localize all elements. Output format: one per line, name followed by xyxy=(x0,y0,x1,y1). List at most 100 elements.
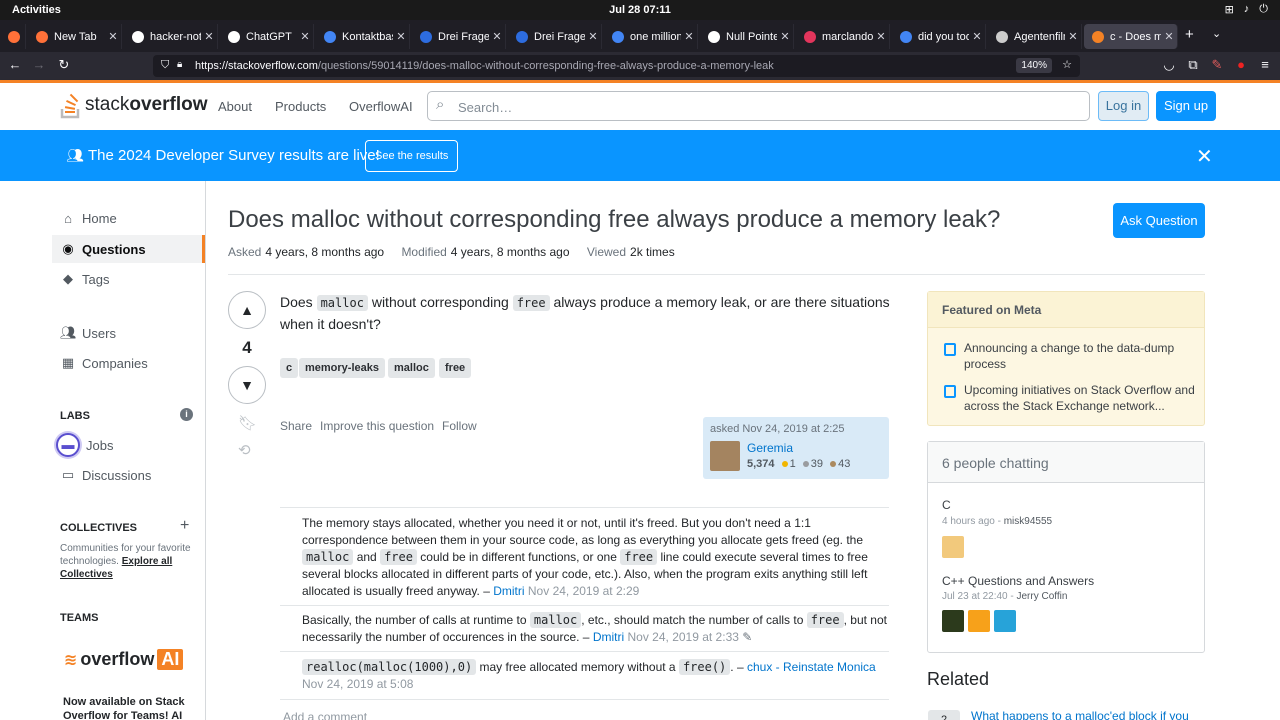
plus-icon[interactable]: + xyxy=(180,517,189,535)
add-comment-link[interactable]: Add a comment xyxy=(283,710,367,720)
back-icon[interactable]: ← xyxy=(6,57,24,72)
see-results-button[interactable]: See the results xyxy=(365,140,459,172)
browser-tab[interactable]: Drei Fragen u✕ xyxy=(508,24,602,49)
comment-date[interactable]: Nov 24, 2019 at 2:33 xyxy=(628,630,739,644)
tab-title: New Tab xyxy=(54,30,97,43)
comment-date[interactable]: Nov 24, 2019 at 2:29 xyxy=(528,584,639,598)
close-icon[interactable]: ✕ xyxy=(1196,144,1213,169)
sidebar-item-jobs[interactable]: ▬ Jobs xyxy=(52,431,205,459)
sidebar-item-companies[interactable]: ▦ Companies xyxy=(52,349,205,377)
comment-date[interactable]: Nov 24, 2019 at 5:08 xyxy=(302,677,413,691)
divider xyxy=(280,699,889,700)
featured-link[interactable]: Announcing a change to the data-dump pro… xyxy=(964,340,1199,372)
reload-icon[interactable]: ↻ xyxy=(55,57,73,73)
nav-about[interactable]: About xyxy=(218,99,252,114)
sidebar-item-users[interactable]: 👥︎ Users xyxy=(52,319,205,347)
browser-tab[interactable]: Agentenfilme✕ xyxy=(988,24,1082,49)
login-button[interactable]: Log in xyxy=(1098,91,1149,121)
tag-c[interactable]: c xyxy=(280,358,299,378)
info-icon[interactable]: i xyxy=(180,408,193,421)
close-tab-icon[interactable]: ✕ xyxy=(201,30,217,43)
comment-user-link[interactable]: Dmitri xyxy=(593,630,624,644)
ask-question-button[interactable]: Ask Question xyxy=(1113,203,1205,238)
extensions-icon[interactable]: ⧉ xyxy=(1184,57,1202,73)
menu-icon[interactable]: ≡ xyxy=(1256,57,1274,72)
signup-button[interactable]: Sign up xyxy=(1156,91,1216,121)
browser-tab[interactable]: marclandolt✕ xyxy=(796,24,890,49)
nav-products[interactable]: Products xyxy=(275,99,326,114)
system-tray[interactable]: ⊞ ♪ ⏻ xyxy=(1225,3,1268,16)
avatar[interactable] xyxy=(968,610,990,632)
history-icon[interactable]: ⟲ xyxy=(238,441,251,459)
browser-tab[interactable]: ChatGPT ✕ xyxy=(220,24,314,49)
avatar[interactable] xyxy=(994,610,1016,632)
close-tab-icon[interactable]: ✕ xyxy=(393,30,409,43)
user-name-link[interactable]: Geremia xyxy=(747,441,793,455)
clock[interactable]: Jul 28 07:11 xyxy=(0,4,1280,16)
chat-heading[interactable]: 6 people chatting xyxy=(928,442,1204,483)
close-tab-icon[interactable]: ✕ xyxy=(105,30,121,43)
nav-overflowai[interactable]: OverflowAI xyxy=(349,99,413,114)
browser-tab[interactable]: Kontaktbasi✕ xyxy=(316,24,410,49)
search-input[interactable]: ⌕ Search… xyxy=(427,91,1090,121)
avatar[interactable] xyxy=(942,536,964,558)
sidebar-item-tags[interactable]: ◆ Tags xyxy=(52,265,205,293)
downvote-button[interactable]: ▼ xyxy=(228,366,266,404)
close-tab-icon[interactable]: ✕ xyxy=(777,30,793,43)
sidebar-item-discussions[interactable]: ▭ Discussions xyxy=(52,461,205,489)
close-tab-icon[interactable]: ✕ xyxy=(1065,30,1081,43)
close-tab-icon[interactable]: ✕ xyxy=(1161,30,1177,43)
left-sidebar: ⌂ Home ◉ Questions ◆ Tags 👥︎ Users ▦ Companie… xyxy=(0,181,206,720)
browser-tab[interactable]: New Tab ✕ xyxy=(28,24,122,49)
share-link[interactable]: Share xyxy=(280,419,312,433)
avatar[interactable] xyxy=(710,441,740,471)
url-bar[interactable]: ⛉ 🔒︎ https://stackoverflow.com/questions… xyxy=(153,55,1080,77)
follow-link[interactable]: Follow xyxy=(442,419,477,433)
firefox-menu-tab[interactable] xyxy=(0,24,26,49)
forward-icon[interactable]: → xyxy=(30,57,48,72)
new-tab-icon[interactable]: + xyxy=(1185,26,1194,43)
extension-icon[interactable]: ✎ xyxy=(1208,57,1226,73)
zoom-level[interactable]: 140% xyxy=(1016,58,1052,73)
upvote-button[interactable]: ▲ xyxy=(228,291,266,329)
chat-room-link[interactable]: C++ Questions and Answers xyxy=(942,574,1094,588)
featured-link[interactable]: Upcoming initiatives on Stack Overflow a… xyxy=(964,382,1199,414)
comment-user-link[interactable]: chux - Reinstate Monica xyxy=(747,660,876,674)
close-tab-icon[interactable]: ✕ xyxy=(969,30,985,43)
comment-user-link[interactable]: Dmitri xyxy=(493,584,524,598)
ublock-icon[interactable]: ● xyxy=(1232,57,1250,72)
question-body: Does malloc without corresponding free a… xyxy=(280,294,890,332)
avatar[interactable] xyxy=(942,610,964,632)
stackoverflow-logo[interactable]: stackoverflow xyxy=(60,91,207,119)
tab-title: Kontaktbasi xyxy=(342,30,393,43)
browser-tab[interactable]: Drei Fragen u✕ xyxy=(412,24,506,49)
browser-tab[interactable]: c - Does mall✕ xyxy=(1084,24,1178,49)
featured-heading: Featured on Meta xyxy=(928,292,1204,328)
bookmark-star-icon[interactable]: ☆ xyxy=(1062,58,1072,71)
related-link[interactable]: What happens to a malloc'ed block if you xyxy=(971,709,1189,720)
improve-question-link[interactable]: Improve this question xyxy=(320,419,434,433)
pocket-icon[interactable]: ◡ xyxy=(1160,57,1178,73)
chat-room-link[interactable]: C xyxy=(942,498,951,512)
browser-tab[interactable]: one million d✕ xyxy=(604,24,698,49)
close-tab-icon[interactable]: ✕ xyxy=(489,30,505,43)
logo-text-overflow: overflow xyxy=(129,94,208,115)
comment: The memory stays allocated, whether you … xyxy=(302,516,868,598)
close-tab-icon[interactable]: ✕ xyxy=(297,30,313,43)
browser-tab[interactable]: hacker-note✕ xyxy=(124,24,218,49)
browser-tab[interactable]: Null Pointer E✕ xyxy=(700,24,794,49)
close-tab-icon[interactable]: ✕ xyxy=(585,30,601,43)
browser-tab[interactable]: did you took✕ xyxy=(892,24,986,49)
sidebar-item-home[interactable]: ⌂ Home xyxy=(52,204,205,232)
question-title[interactable]: Does malloc without corresponding free a… xyxy=(228,206,1088,234)
tab-list-chevron-down-icon[interactable]: ⌄ xyxy=(1212,27,1221,40)
tag-memory-leaks[interactable]: memory-leaks xyxy=(299,358,385,378)
tag-free[interactable]: free xyxy=(439,358,472,378)
close-tab-icon[interactable]: ✕ xyxy=(873,30,889,43)
tag-icon: ◆ xyxy=(63,271,73,286)
bookmark-icon[interactable]: 🔖︎ xyxy=(238,414,257,432)
labs-heading: LABS xyxy=(60,410,90,422)
tag-malloc[interactable]: malloc xyxy=(388,358,435,378)
sidebar-item-questions[interactable]: ◉ Questions xyxy=(52,235,205,263)
close-tab-icon[interactable]: ✕ xyxy=(681,30,697,43)
